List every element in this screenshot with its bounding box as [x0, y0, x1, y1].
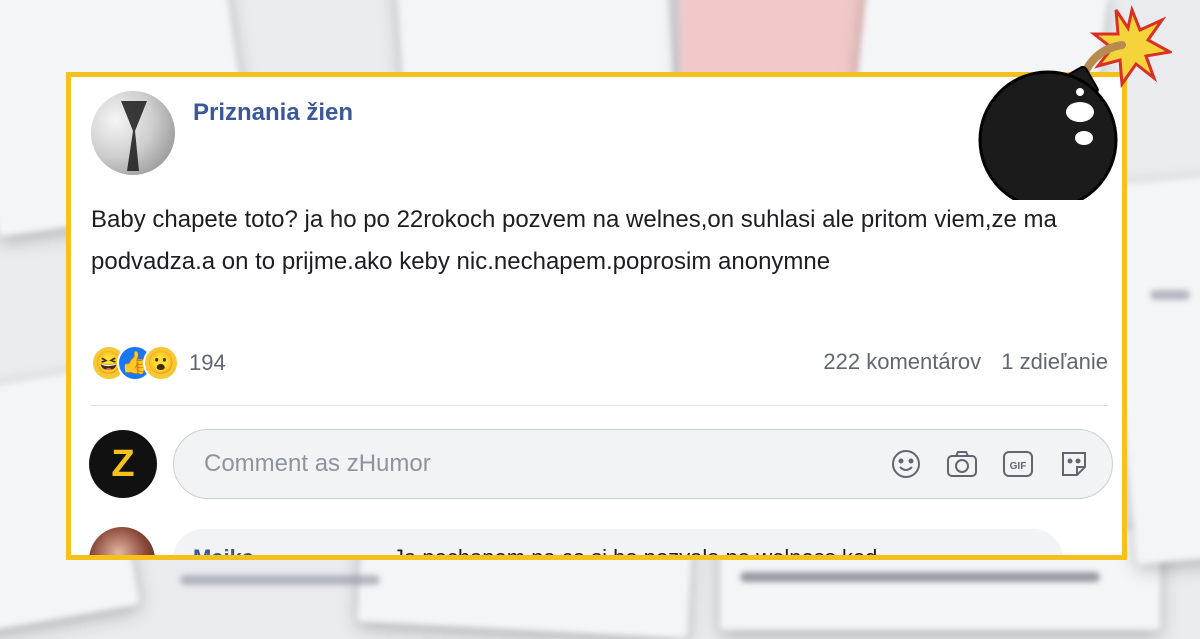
gif-icon[interactable]: GIF — [1000, 446, 1036, 482]
background-text-line — [180, 575, 380, 585]
zhumor-logo: Z — [111, 443, 135, 485]
comment-item: Majka Ja nechapem na co si ho pozvala na… — [89, 527, 1089, 560]
comment-input[interactable] — [202, 449, 888, 479]
facebook-post-card: Priznania žien Baby chapete toto? ja ho … — [66, 72, 1127, 560]
shares-count-link[interactable]: 1 zdieľanie — [1001, 349, 1108, 374]
reactions-summary[interactable]: 😆 👍 😮 194 — [91, 343, 226, 383]
sticker-icon[interactable] — [1056, 446, 1092, 482]
reaction-count[interactable]: 194 — [189, 350, 226, 376]
comment-text: Ja nechapem na co si ho pozvala na welne… — [393, 545, 878, 560]
post-stats: 222 komentárov 1 zdieľanie — [809, 349, 1108, 375]
comment-author-avatar[interactable] — [89, 527, 155, 555]
divider — [91, 405, 1108, 406]
comment-composer[interactable]: GIF — [173, 429, 1113, 499]
page-avatar[interactable] — [91, 91, 175, 175]
background-text-line — [1150, 290, 1190, 300]
background-text-line — [740, 572, 1100, 582]
comment-bubble: Majka Ja nechapem na co si ho pozvala na… — [173, 529, 1063, 560]
wow-reaction-icon: 😮 — [143, 345, 179, 381]
gif-icon-label: GIF — [1010, 461, 1027, 472]
post-text: Baby chapete toto? ja ho po 22rokoch poz… — [91, 206, 1057, 275]
comments-count-link[interactable]: 222 komentárov — [823, 349, 981, 374]
bomb-icon — [978, 4, 1172, 200]
page-name-link[interactable]: Priznania žien — [193, 99, 353, 127]
camera-icon[interactable] — [944, 446, 980, 482]
commenter-avatar: Z — [89, 430, 157, 498]
comment-author-name[interactable]: Majka — [193, 545, 254, 555]
smiley-icon[interactable] — [888, 446, 924, 482]
